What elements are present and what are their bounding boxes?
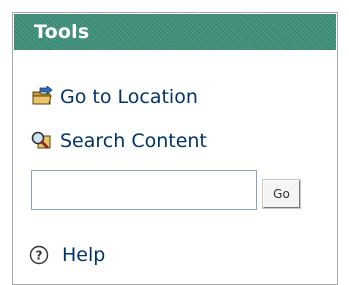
go-to-location-link[interactable]: Go to Location (30, 83, 198, 111)
go-to-location-label: Go to Location (60, 86, 198, 108)
help-label: Help (62, 244, 106, 266)
search-input[interactable] (31, 170, 257, 210)
panel-header: Tools (14, 14, 336, 50)
go-button[interactable]: Go (263, 180, 300, 208)
folder-arrow-icon (30, 85, 54, 108)
panel-title: Tools (34, 21, 90, 43)
svg-text:?: ? (36, 249, 43, 263)
search-content-link[interactable]: Search Content (30, 127, 207, 155)
search-content-label: Search Content (60, 130, 207, 152)
question-circle-icon: ? (28, 244, 52, 266)
tools-panel: Tools Go to Location Search Content Go ?… (12, 12, 338, 285)
magnifier-folder-icon (30, 130, 54, 152)
help-link[interactable]: ? Help (28, 241, 105, 269)
